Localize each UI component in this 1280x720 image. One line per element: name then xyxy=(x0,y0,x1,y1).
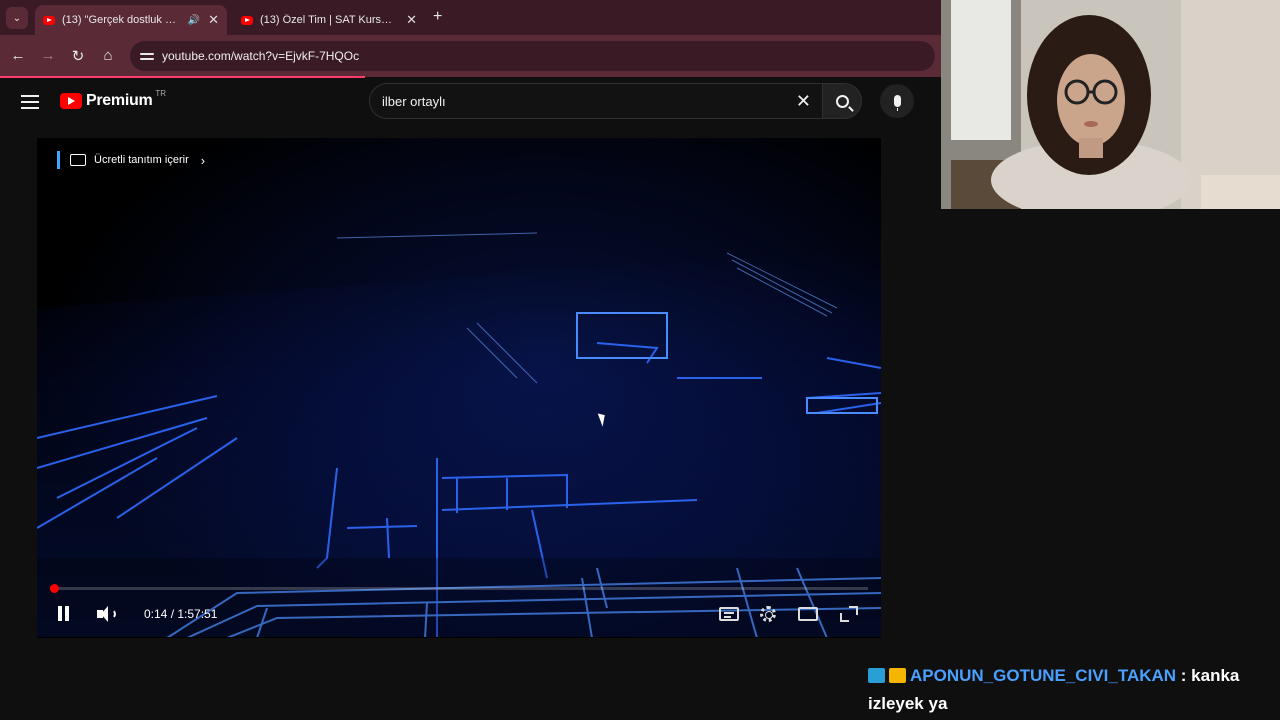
video-player[interactable]: Ücretli tanıtım içerir › 0:14 / 1:57:51 xyxy=(37,138,881,638)
tab-list-button[interactable]: ⌄ xyxy=(6,7,28,29)
paid-promotion-text: Ücretli tanıtım içerir xyxy=(94,154,189,166)
reload-button[interactable]: ↻ xyxy=(68,47,88,65)
theater-mode-button[interactable] xyxy=(798,607,818,621)
clear-search-icon[interactable]: ✕ xyxy=(796,91,811,112)
subtitles-button[interactable] xyxy=(719,607,739,621)
tab-title: (13) Özel Tim | SAT Kursu (11. S xyxy=(260,14,398,26)
promo-accent-bar xyxy=(57,151,60,169)
youtube-header: Premium TR ilber ortaylı ✕ xyxy=(0,78,941,128)
progress-bar[interactable] xyxy=(50,584,868,593)
paid-promotion-badge[interactable]: Ücretli tanıtım içerir › xyxy=(57,151,205,169)
scrubber-handle[interactable] xyxy=(50,584,59,593)
microphone-icon xyxy=(893,95,901,111)
volume-button[interactable] xyxy=(97,605,119,623)
pause-button[interactable] xyxy=(57,606,70,621)
search-button[interactable] xyxy=(822,83,862,119)
back-button[interactable]: ← xyxy=(8,47,28,64)
crown-badge-icon xyxy=(889,668,906,683)
voice-search-button[interactable] xyxy=(880,84,914,118)
youtube-logo[interactable]: Premium TR xyxy=(60,88,167,110)
menu-icon[interactable] xyxy=(21,95,39,109)
search-icon xyxy=(835,94,849,108)
chat-badge-icon xyxy=(868,668,885,683)
settings-gear-icon[interactable] xyxy=(760,606,776,622)
youtube-play-icon xyxy=(60,93,82,109)
address-bar[interactable]: youtube.com/watch?v=EjvkF-7HQOc xyxy=(130,41,935,71)
chat-separator: : xyxy=(1176,666,1192,685)
home-button[interactable]: ⌂ xyxy=(98,47,118,64)
tab-title: (13) "Gerçek dostluk ebedi xyxy=(62,14,182,26)
player-controls: 0:14 / 1:57:51 xyxy=(37,596,881,634)
youtube-favicon-icon xyxy=(241,15,253,25)
chevron-down-icon: ⌄ xyxy=(12,12,22,24)
country-code: TR xyxy=(155,88,167,98)
video-frame xyxy=(37,138,881,638)
chevron-right-icon: › xyxy=(200,152,206,168)
tab-close-icon[interactable]: ✕ xyxy=(208,12,219,28)
browser-tab-strip: ⌄ (13) "Gerçek dostluk ebedi 🔊 ✕ (13) Öz… xyxy=(0,0,941,35)
promotion-icon xyxy=(70,154,86,166)
url-text: youtube.com/watch?v=EjvkF-7HQOc xyxy=(162,49,360,63)
speaker-cone xyxy=(101,606,108,622)
search-input[interactable]: ilber ortaylı ✕ xyxy=(369,83,823,119)
fullscreen-button[interactable] xyxy=(839,605,859,623)
tab-close-icon[interactable]: ✕ xyxy=(406,12,417,28)
audio-playing-icon[interactable]: 🔊 xyxy=(188,15,200,26)
browser-tab[interactable]: (13) Özel Tim | SAT Kursu (11. S ✕ xyxy=(233,5,425,35)
new-tab-button[interactable]: + xyxy=(433,8,442,26)
logo-text: Premium xyxy=(86,92,153,109)
search-query: ilber ortaylı xyxy=(382,93,446,109)
forward-button[interactable]: → xyxy=(38,47,58,64)
chat-username: APONUN_GOTUNE_CIVI_TAKAN xyxy=(910,666,1177,685)
browser-tab-active[interactable]: (13) "Gerçek dostluk ebedi 🔊 ✕ xyxy=(35,5,227,35)
webcam-overlay xyxy=(941,0,1280,209)
time-display: 0:14 / 1:57:51 xyxy=(144,607,218,621)
browser-toolbar: ← → ↻ ⌂ youtube.com/watch?v=EjvkF-7HQOc xyxy=(0,35,941,77)
chat-message: APONUN_GOTUNE_CIVI_TAKAN : kanka izleyek… xyxy=(868,662,1273,718)
sound-wave xyxy=(108,609,116,619)
site-settings-icon[interactable] xyxy=(140,50,154,62)
youtube-favicon-icon xyxy=(43,15,55,25)
screen: ⌄ (13) "Gerçek dostluk ebedi 🔊 ✕ (13) Öz… xyxy=(0,0,1280,720)
